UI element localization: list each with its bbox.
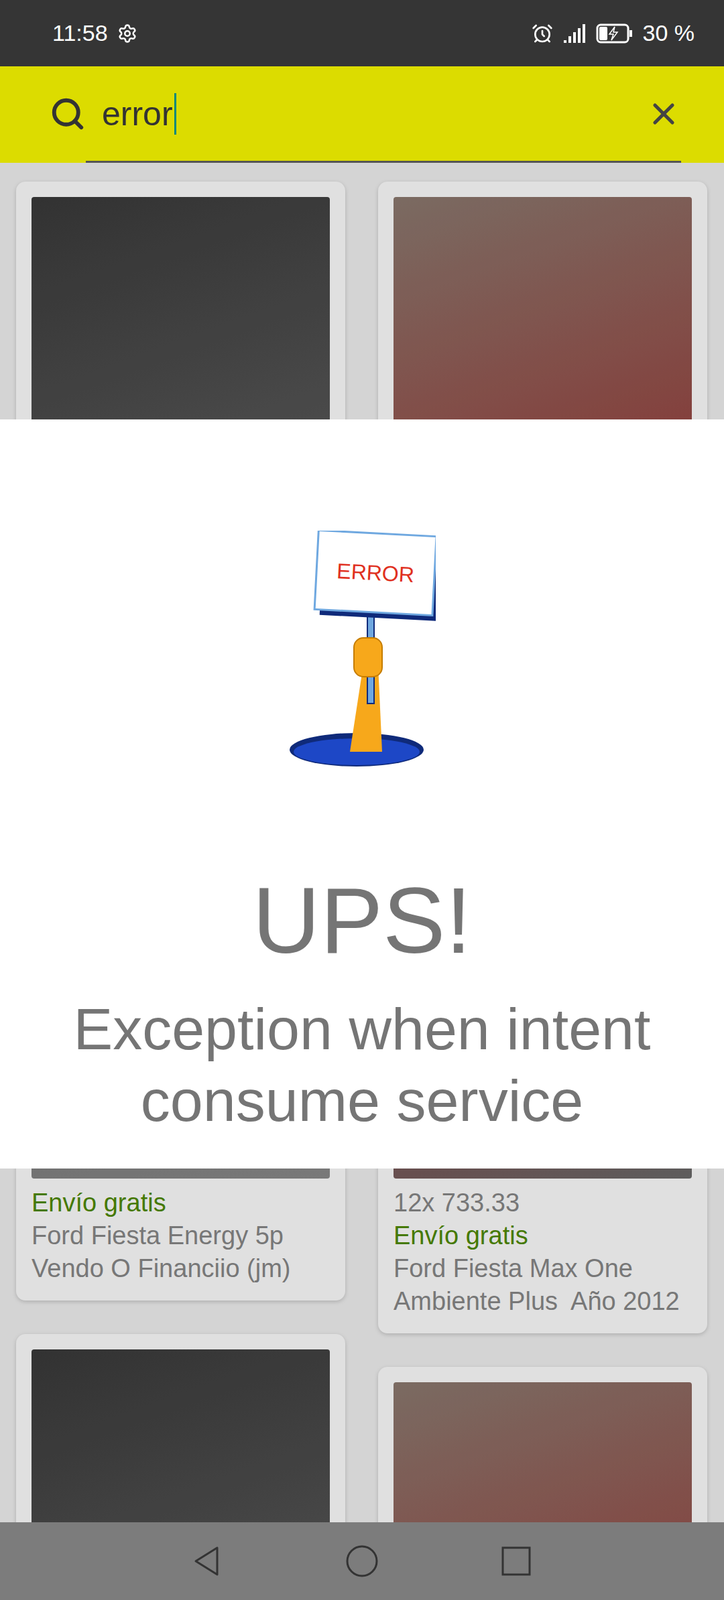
recents-icon[interactable]	[498, 1544, 534, 1580]
gear-icon	[117, 23, 138, 44]
battery-icon	[595, 23, 634, 44]
results-area: Envío gratisFord Fiesta Energy 5p Vendo …	[0, 162, 724, 1524]
error-dialog: ERROR UPS! Exception when intent consume s…	[0, 419, 724, 1170]
alarm-icon	[531, 22, 554, 45]
home-icon[interactable]	[344, 1544, 380, 1580]
clock: 11:58	[52, 20, 108, 47]
back-icon[interactable]	[190, 1544, 226, 1580]
text-caret	[174, 93, 177, 135]
status-bar: 11:58 30 %	[0, 0, 724, 67]
navigation-bar	[0, 1523, 724, 1600]
dialog-title: UPS!	[252, 869, 472, 973]
search-input[interactable]: error	[101, 93, 631, 135]
error-illustration: ERROR	[288, 530, 436, 768]
sign-text: ERROR	[335, 559, 415, 588]
dialog-message: Exception when intent consume service	[26, 993, 698, 1137]
signal-icon	[562, 22, 587, 45]
search-field[interactable]: error	[85, 66, 682, 163]
search-bar: error	[0, 66, 724, 163]
search-icon	[49, 95, 86, 133]
screen: 11:58 30 % error Envío gratisFord Fiesta En…	[0, 0, 724, 1600]
battery-reading: 30 %	[642, 20, 696, 47]
clear-icon[interactable]	[646, 96, 682, 132]
